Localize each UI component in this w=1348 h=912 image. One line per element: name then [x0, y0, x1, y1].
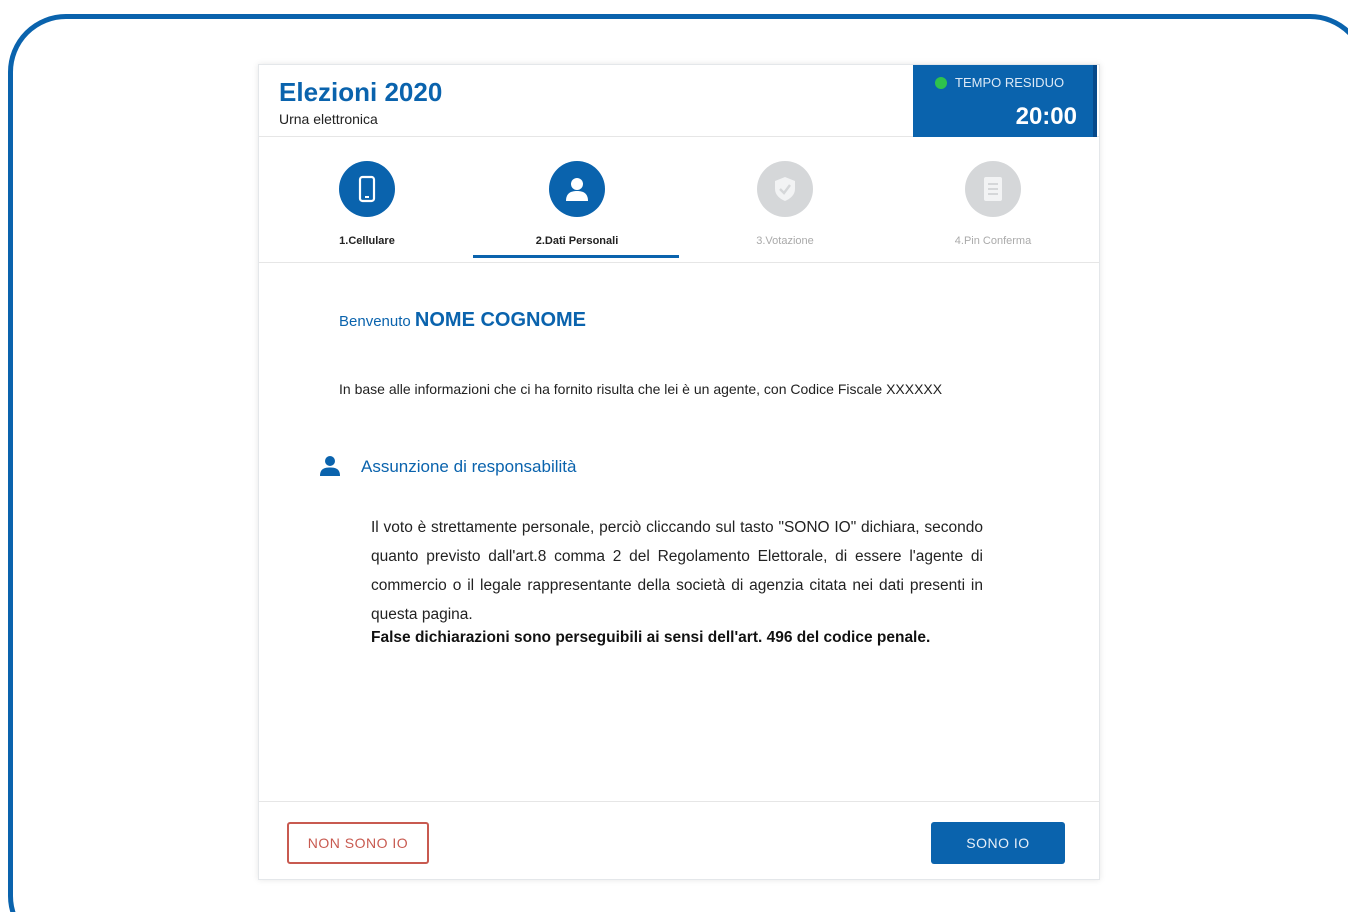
welcome-message: Benvenuto NOME COGNOME [339, 309, 586, 332]
user-icon [319, 455, 341, 482]
active-step-indicator [473, 255, 679, 258]
confirm-button[interactable]: SONO IO [931, 822, 1065, 864]
voting-card: Elezioni 2020 Urna elettronica TEMPO RES… [258, 64, 1100, 880]
step-pin-conferma[interactable]: 4.Pin Conferma [887, 137, 1087, 263]
step-label: 1.Cellulare [339, 235, 395, 247]
step-label: 4.Pin Conferma [954, 235, 1032, 247]
section-title: Assunzione di responsabilità [361, 457, 577, 476]
timer-status-dot [935, 77, 947, 89]
step-cellulare[interactable]: 1.Cellulare [261, 137, 461, 263]
step-label: 2.Dati Personali [535, 235, 619, 247]
app-title: Elezioni 2020 [279, 77, 443, 107]
user-icon [549, 161, 605, 217]
declaration-text: Il voto è strettamente personale, perciò… [371, 519, 983, 623]
timer-value: 20:00 [1015, 103, 1077, 130]
step-dati-personali[interactable]: 2.Dati Personali [471, 137, 671, 263]
timer-panel: TEMPO RESIDUO 20:00 [913, 65, 1097, 137]
info-text: In base alle informazioni che ci ha forn… [339, 381, 943, 397]
main-content: Benvenuto NOME COGNOME In base alle info… [259, 263, 1099, 803]
user-name: NOME COGNOME [414, 309, 587, 331]
app-header: Elezioni 2020 Urna elettronica TEMPO RES… [259, 65, 1099, 137]
progress-steps: 1.Cellulare 2.Dati Personali 3.Votazione… [259, 137, 1099, 263]
step-label: 3.Votazione [756, 235, 814, 247]
app-subtitle: Urna elettronica [279, 111, 378, 127]
action-footer: NON SONO IO SONO IO [259, 801, 1099, 879]
step-votazione[interactable]: 3.Votazione [679, 137, 879, 263]
document-icon [965, 161, 1021, 217]
reject-button[interactable]: NON SONO IO [287, 822, 429, 864]
welcome-greeting: Benvenuto [339, 313, 411, 330]
legal-warning: False dichiarazioni sono perseguibili ai… [371, 629, 931, 646]
shield-check-icon [757, 161, 813, 217]
phone-icon [339, 161, 395, 217]
timer-label: TEMPO RESIDUO [955, 75, 1065, 90]
